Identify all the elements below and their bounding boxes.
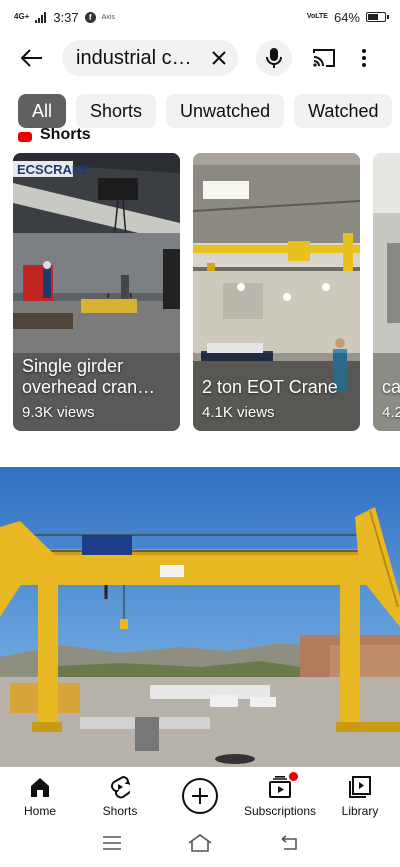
close-icon	[212, 51, 226, 65]
search-header: industrial c…	[0, 40, 400, 76]
nav-shorts[interactable]: Shorts	[80, 768, 160, 824]
video-thumbnail[interactable]	[0, 467, 400, 767]
thumbnail-banner-text: ECSCRANE	[17, 162, 90, 177]
short-views: 4.1K views	[202, 404, 275, 421]
nav-subscriptions[interactable]: Subscriptions	[240, 768, 320, 824]
shorts-icon	[111, 775, 130, 799]
return-icon	[281, 835, 297, 850]
nav-home-label: Home	[23, 804, 56, 818]
search-input[interactable]: industrial c…	[62, 40, 238, 76]
more-options-button[interactable]	[350, 42, 378, 74]
short-card[interactable]: ca 4.2	[373, 153, 400, 431]
volte-indicator: VoLTE	[306, 13, 328, 20]
bottom-navigation: Home Shorts Subscriptions Library	[0, 768, 400, 824]
signal-icon	[35, 11, 47, 23]
shorts-logo-icon	[18, 132, 32, 142]
nav-library[interactable]: Library	[320, 768, 400, 824]
add-icon	[182, 778, 218, 814]
home-system-button[interactable]	[187, 833, 213, 858]
short-title: 2 ton EOT Crane	[202, 377, 338, 397]
recent-apps-button[interactable]	[102, 835, 122, 856]
chip-all[interactable]: All	[18, 94, 67, 128]
menu-icon	[103, 836, 122, 850]
notification-label: Axis	[101, 13, 115, 21]
microphone-icon	[266, 48, 282, 68]
house-outline-icon	[188, 834, 212, 852]
status-bar: 4G+ 3:37 f Axis VoLTE 64%	[0, 0, 400, 34]
battery-icon	[366, 12, 389, 22]
short-card[interactable]: ECSCRANE Single girder overhead cran… 9.…	[13, 153, 180, 431]
nav-create[interactable]	[160, 768, 240, 824]
back-arrow-icon	[21, 49, 42, 67]
short-views: 9.3K views	[22, 404, 95, 421]
short-views: 4.2	[382, 404, 400, 421]
system-navigation-bar	[0, 824, 400, 867]
home-icon	[31, 778, 49, 797]
status-time: 3:37	[53, 9, 79, 25]
subscriptions-icon	[269, 776, 291, 798]
chip-watched[interactable]: Watched	[294, 94, 393, 128]
gantry-crane-image	[0, 467, 400, 767]
nav-library-label: Library	[341, 804, 379, 818]
voice-search-button[interactable]	[256, 40, 292, 76]
battery-percent: 64%	[333, 9, 360, 25]
search-query: industrial c…	[76, 46, 192, 69]
nav-home[interactable]: Home	[0, 768, 80, 824]
short-title: ca	[382, 377, 400, 397]
chip-shorts[interactable]: Shorts	[76, 94, 157, 128]
shorts-section-header: Shorts	[18, 128, 91, 142]
cast-icon	[313, 49, 335, 67]
filter-chips: All Shorts Unwatched Watched	[18, 94, 393, 128]
clear-search-button[interactable]	[208, 47, 230, 69]
nav-shorts-label: Shorts	[102, 804, 138, 818]
nav-subscriptions-label: Subscriptions	[243, 804, 317, 818]
back-button[interactable]	[16, 42, 48, 74]
network-indicator: 4G+	[14, 12, 30, 21]
chip-unwatched[interactable]: Unwatched	[166, 94, 285, 128]
more-vert-icon	[362, 49, 366, 67]
cast-button[interactable]	[308, 42, 340, 74]
short-card[interactable]: 2 ton EOT Crane 4.1K views	[193, 153, 360, 431]
library-icon	[349, 776, 371, 798]
system-back-button[interactable]	[278, 835, 298, 856]
facebook-icon: f	[84, 11, 96, 23]
short-title: Single girder overhead cran…	[22, 356, 156, 397]
shorts-section-title: Shorts	[40, 128, 91, 142]
notification-dot	[289, 772, 298, 781]
